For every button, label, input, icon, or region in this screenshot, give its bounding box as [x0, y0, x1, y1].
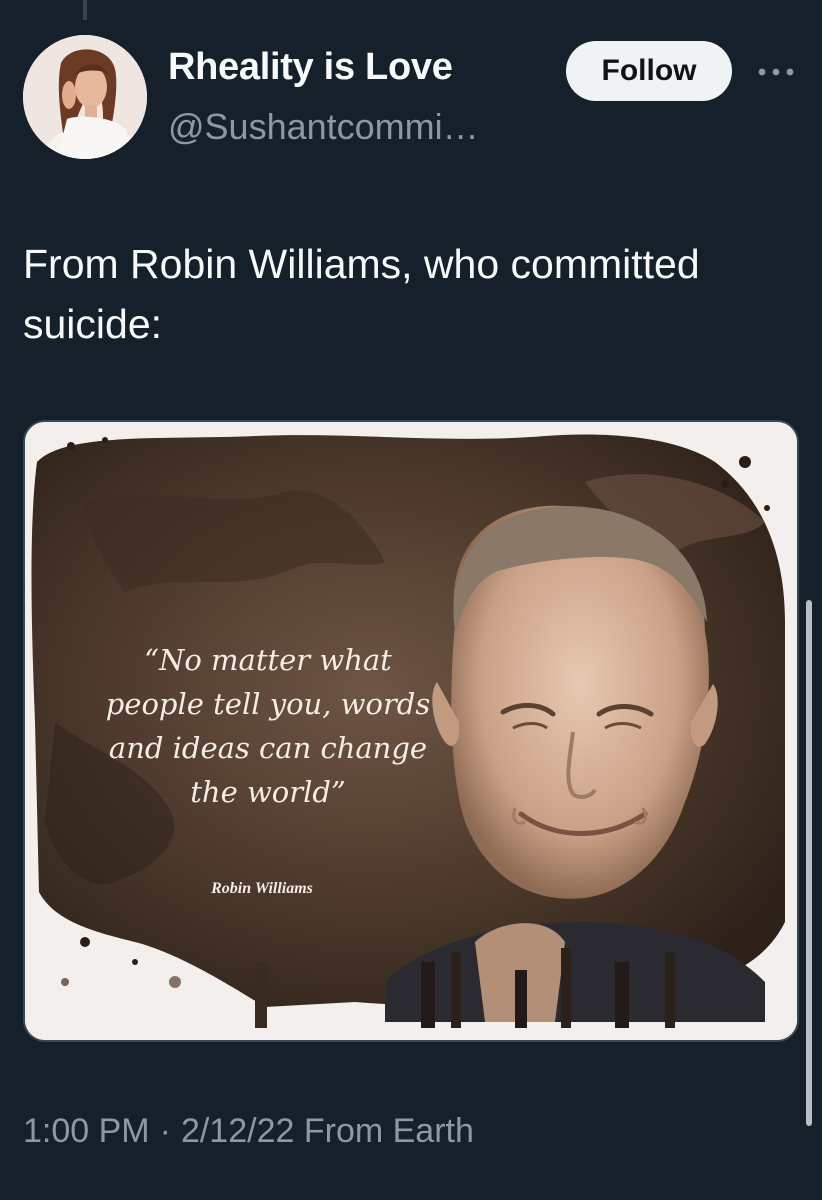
poster-quote-text: “No matter what people tell you, words a… [105, 643, 431, 809]
avatar-image [23, 35, 147, 159]
avatar[interactable] [23, 35, 147, 159]
scrollbar[interactable] [806, 600, 812, 1126]
meta-separator: · [159, 1112, 171, 1150]
poster-attribution: Robin Williams [211, 880, 313, 897]
thread-connector-line [83, 0, 87, 20]
more-horizontal-icon[interactable] [752, 60, 800, 84]
tweet-time[interactable]: 1:00 PM [23, 1112, 150, 1150]
tweet-text: From Robin Williams, who committed suici… [23, 241, 700, 347]
follow-button[interactable]: Follow [566, 41, 732, 101]
author-display-name[interactable]: Rheality is Love [168, 46, 453, 89]
tweet-metadata: 1:00 PM · 2/12/22 From Earth [23, 1112, 474, 1151]
author-handle[interactable]: @Sushantcommi… [168, 106, 479, 148]
tweet-source: From Earth [303, 1112, 474, 1150]
tweet-media-image[interactable]: “No matter what people tell you, words a… [23, 420, 799, 1042]
tweet-date[interactable]: 2/12/22 [181, 1112, 294, 1150]
